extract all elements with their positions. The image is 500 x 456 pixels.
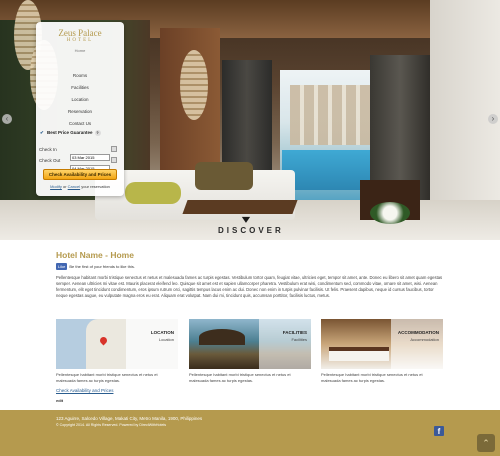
card-overlay (259, 319, 311, 369)
card-accommodation[interactable]: ACCOMMODATION Accommodation Pellentesque… (321, 319, 443, 383)
main-nav: Rooms Facilities Location Reservation Co… (36, 70, 124, 130)
card-overlay (391, 319, 443, 369)
card-caption: FACILITIES Facilities (283, 330, 307, 342)
page-title: Hotel Name - Home (56, 250, 134, 260)
card-text: Pellentesque habitant morbi tristique se… (56, 372, 158, 383)
nav-item-facilities[interactable]: Facilities (36, 82, 124, 94)
check-out-label: Check Out (39, 158, 61, 163)
card-overlay (126, 319, 178, 369)
card-subtitle: Location (158, 337, 174, 342)
fb-like-button[interactable]: Like (56, 263, 68, 270)
card-caption: ACCOMMODATION Accommodation (398, 330, 439, 342)
calendar-icon[interactable] (111, 146, 117, 152)
map-land (86, 319, 126, 369)
card-text: Pellentesque habitant morbi tristique se… (321, 372, 423, 383)
hero-sofa (195, 162, 253, 190)
cancel-link[interactable]: Cancel (68, 184, 80, 189)
check-availability-button[interactable]: Check Availability and Prices (43, 169, 117, 180)
card-title: ACCOMMODATION (397, 330, 439, 335)
checkmark-icon: ✔ (40, 130, 44, 135)
next-slide-arrow-icon[interactable]: › (488, 114, 498, 124)
card-title: FACILITIES (282, 330, 307, 335)
footer-copyright: © Copyright 2014. All Rights Reserved. P… (56, 423, 167, 427)
modify-link[interactable]: Modify (50, 184, 62, 189)
hero-flowers (370, 202, 410, 224)
location-map-image[interactable]: LOCATION Location (56, 319, 178, 369)
fb-like-text: Be the first of your friends to like thi… (69, 264, 135, 269)
help-icon[interactable]: ? (94, 130, 101, 136)
check-availability-link[interactable]: Check Availability and Prices (56, 388, 113, 393)
nav-item-reservation[interactable]: Reservation (36, 106, 124, 118)
card-subtitle: Facilities (291, 337, 307, 342)
card-caption: LOCATION Location (151, 330, 174, 342)
card-text: Pellentesque habitant morbi tristique se… (189, 372, 291, 383)
modify-reservation: Modify or Cancel your reservation (36, 184, 124, 189)
best-price-guarantee: ✔ Best Price Guarantee? (40, 128, 120, 138)
hero-bed-runner (182, 200, 298, 214)
footer-address: 123 Aguirre, Salcedo Village, Makati Cit… (56, 416, 203, 421)
accommodation-image[interactable]: ACCOMMODATION Accommodation (321, 319, 443, 369)
facilities-image[interactable]: FACILITIES Facilities (189, 319, 311, 369)
hotel-logo[interactable]: Zeus Palace (36, 28, 124, 38)
card-location[interactable]: LOCATION Location Pellentesque habitant … (56, 319, 178, 383)
prev-slide-arrow-icon[interactable]: ‹ (2, 114, 12, 124)
footer: 123 Aguirre, Salcedo Village, Makati Cit… (0, 410, 500, 456)
calendar-icon[interactable] (111, 157, 117, 163)
fb-like-widget: Like Be the first of your friends to like… (56, 263, 135, 270)
facebook-icon[interactable]: f (434, 426, 444, 436)
hotel-logo-sub: HOTEL (66, 38, 94, 43)
edit-link[interactable]: edit (56, 398, 63, 403)
card-subtitle: Accommodation (410, 337, 439, 342)
nav-item-rooms[interactable]: Rooms (36, 70, 124, 82)
discover-link[interactable]: DISCOVER (218, 226, 284, 235)
modify-suffix-text: your reservation (80, 184, 110, 189)
intro-text: Pellentesque habitant morbi tristique se… (56, 275, 443, 298)
back-to-top-icon[interactable]: ⌃ (477, 434, 495, 452)
card-title: LOCATION (150, 330, 174, 335)
chevron-down-icon[interactable]: ▾ (242, 212, 250, 226)
check-in-field (70, 146, 120, 161)
bed-shape (329, 347, 389, 361)
hero-pillow (125, 182, 181, 204)
check-out-field (70, 157, 120, 172)
booking-panel: Zeus Palace HOTEL Home Rooms Facilities … (36, 22, 124, 196)
home-link[interactable]: Home (36, 48, 124, 53)
hero-lamp (180, 50, 208, 120)
check-in-label: Check In (39, 147, 57, 152)
guarantee-label: Best Price Guarantee (47, 130, 93, 135)
umbrella-shape (199, 329, 245, 345)
card-facilities[interactable]: FACILITIES Facilities Pellentesque habit… (189, 319, 311, 383)
nav-item-location[interactable]: Location (36, 94, 124, 106)
